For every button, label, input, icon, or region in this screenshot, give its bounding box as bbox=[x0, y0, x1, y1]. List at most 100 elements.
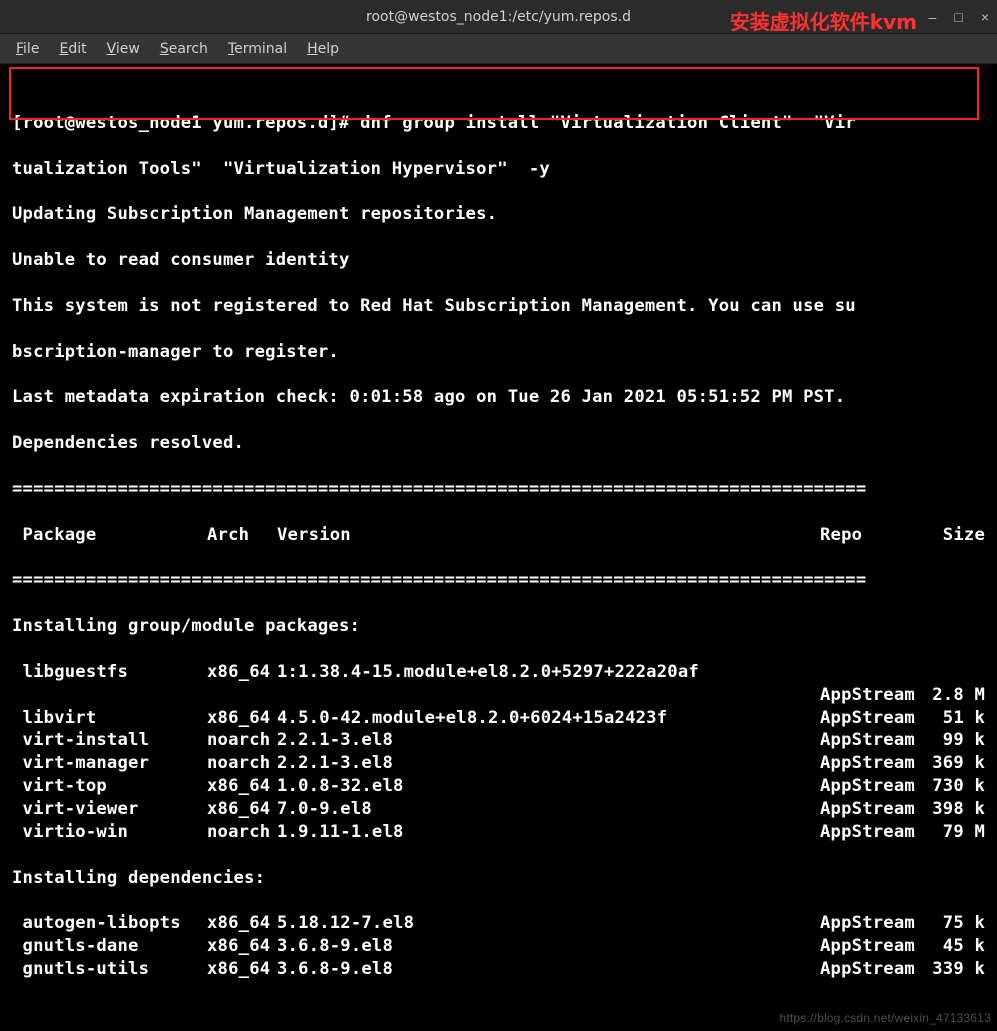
cell-size: 99 k bbox=[925, 729, 985, 752]
cell-arch: x86_64 bbox=[207, 958, 277, 981]
cell-arch: x86_64 bbox=[207, 775, 277, 798]
table-row: virt-managernoarch2.2.1-3.el8AppStream36… bbox=[12, 752, 985, 775]
cell-repo: AppStream bbox=[820, 729, 925, 752]
col-repo: Repo bbox=[820, 524, 925, 547]
table-row: libguestfsx86_641:1.38.4-15.module+el8.2… bbox=[12, 661, 985, 684]
prompt-line: [root@westos_node1 yum.repos.d]# dnf gro… bbox=[12, 112, 985, 135]
cell-arch: noarch bbox=[207, 729, 277, 752]
cell-version bbox=[277, 684, 820, 707]
cell-size: 339 k bbox=[925, 958, 985, 981]
section-header: Installing dependencies: bbox=[12, 867, 985, 890]
window-title: root@westos_node1:/etc/yum.repos.d bbox=[366, 9, 631, 25]
cell-repo: AppStream bbox=[820, 958, 925, 981]
prompt-line: tualization Tools" "Virtualization Hyper… bbox=[12, 158, 985, 181]
cell-package: virt-viewer bbox=[12, 798, 207, 821]
menu-search[interactable]: Search bbox=[152, 37, 216, 61]
cell-package: virt-manager bbox=[12, 752, 207, 775]
cell-repo: AppStream bbox=[820, 684, 925, 707]
divider-line: ========================================… bbox=[12, 569, 985, 592]
cell-arch bbox=[207, 684, 277, 707]
cell-version: 1:1.38.4-15.module+el8.2.0+5297+222a20af bbox=[277, 661, 820, 684]
cell-package: libguestfs bbox=[12, 661, 207, 684]
cell-repo: AppStream bbox=[820, 821, 925, 844]
col-arch: Arch bbox=[207, 524, 277, 547]
terminal-area[interactable]: [root@westos_node1 yum.repos.d]# dnf gro… bbox=[0, 64, 997, 1031]
cell-size: 730 k bbox=[925, 775, 985, 798]
cell-version: 3.6.8-9.el8 bbox=[277, 958, 820, 981]
cell-package: virt-install bbox=[12, 729, 207, 752]
annotation-overlay: 安装虚拟化软件kvm bbox=[730, 6, 917, 35]
cell-package: virtio-win bbox=[12, 821, 207, 844]
cell-arch: x86_64 bbox=[207, 798, 277, 821]
cell-size: 51 k bbox=[925, 707, 985, 730]
minimize-button[interactable]: – bbox=[929, 9, 937, 25]
output-line: Last metadata expiration check: 0:01:58 … bbox=[12, 386, 985, 409]
cell-repo: AppStream bbox=[820, 798, 925, 821]
output-line: Updating Subscription Management reposit… bbox=[12, 203, 985, 226]
window-controls: – □ × bbox=[929, 0, 989, 34]
cell-repo: AppStream bbox=[820, 775, 925, 798]
watermark: https://blog.csdn.net/weixin_47133613 bbox=[779, 1011, 991, 1027]
col-package: Package bbox=[12, 524, 207, 547]
menu-view[interactable]: View bbox=[99, 37, 148, 61]
cell-repo: AppStream bbox=[820, 707, 925, 730]
divider-line: ========================================… bbox=[12, 478, 985, 501]
cell-size: 75 k bbox=[925, 912, 985, 935]
table-header: PackageArchVersionRepoSize bbox=[12, 524, 985, 547]
maximize-button[interactable]: □ bbox=[954, 9, 962, 25]
cell-package: gnutls-utils bbox=[12, 958, 207, 981]
cell-size: 398 k bbox=[925, 798, 985, 821]
table-row: gnutls-utilsx86_643.6.8-9.el8AppStream33… bbox=[12, 958, 985, 981]
cell-size: 45 k bbox=[925, 935, 985, 958]
cell-repo bbox=[820, 661, 925, 684]
cell-repo: AppStream bbox=[820, 912, 925, 935]
cell-package: libvirt bbox=[12, 707, 207, 730]
cell-version: 1.9.11-1.el8 bbox=[277, 821, 820, 844]
close-button[interactable]: × bbox=[981, 9, 989, 25]
cell-version: 5.18.12-7.el8 bbox=[277, 912, 820, 935]
cell-size bbox=[925, 661, 985, 684]
cell-repo: AppStream bbox=[820, 935, 925, 958]
table-row: virt-installnoarch2.2.1-3.el8AppStream 9… bbox=[12, 729, 985, 752]
col-size: Size bbox=[925, 524, 985, 547]
cell-version: 7.0-9.el8 bbox=[277, 798, 820, 821]
output-line: Unable to read consumer identity bbox=[12, 249, 985, 272]
menu-file[interactable]: File bbox=[8, 37, 47, 61]
cell-arch: x86_64 bbox=[207, 912, 277, 935]
output-line: This system is not registered to Red Hat… bbox=[12, 295, 985, 318]
table-row: virt-viewerx86_647.0-9.el8AppStream398 k bbox=[12, 798, 985, 821]
table-row: autogen-liboptsx86_645.18.12-7.el8AppStr… bbox=[12, 912, 985, 935]
menu-help[interactable]: Help bbox=[299, 37, 347, 61]
cell-version: 2.2.1-3.el8 bbox=[277, 729, 820, 752]
cell-size: 79 M bbox=[925, 821, 985, 844]
menu-edit[interactable]: Edit bbox=[51, 37, 94, 61]
window-titlebar: root@westos_node1:/etc/yum.repos.d 安装虚拟化… bbox=[0, 0, 997, 34]
table-row: virt-topx86_641.0.8-32.el8AppStream730 k bbox=[12, 775, 985, 798]
cell-package: gnutls-dane bbox=[12, 935, 207, 958]
col-version: Version bbox=[277, 524, 820, 547]
cell-version: 3.6.8-9.el8 bbox=[277, 935, 820, 958]
cell-arch: noarch bbox=[207, 752, 277, 775]
output-line: bscription-manager to register. bbox=[12, 341, 985, 364]
cell-package: autogen-libopts bbox=[12, 912, 207, 935]
menu-terminal[interactable]: Terminal bbox=[220, 37, 295, 61]
cell-package: virt-top bbox=[12, 775, 207, 798]
cell-version: 4.5.0-42.module+el8.2.0+6024+15a2423f bbox=[277, 707, 820, 730]
cell-arch: x86_64 bbox=[207, 707, 277, 730]
output-line: Dependencies resolved. bbox=[12, 432, 985, 455]
table-row: virtio-winnoarch1.9.11-1.el8AppStream 79… bbox=[12, 821, 985, 844]
table-row: libvirtx86_644.5.0-42.module+el8.2.0+602… bbox=[12, 707, 985, 730]
cell-arch: x86_64 bbox=[207, 661, 277, 684]
cell-arch: noarch bbox=[207, 821, 277, 844]
table-row: AppStream2.8 M bbox=[12, 684, 985, 707]
menu-bar: File Edit View Search Terminal Help bbox=[0, 34, 997, 64]
cell-repo: AppStream bbox=[820, 752, 925, 775]
cell-arch: x86_64 bbox=[207, 935, 277, 958]
cell-size: 2.8 M bbox=[925, 684, 985, 707]
section-header: Installing group/module packages: bbox=[12, 615, 985, 638]
cell-package bbox=[12, 684, 207, 707]
cell-version: 1.0.8-32.el8 bbox=[277, 775, 820, 798]
cell-size: 369 k bbox=[925, 752, 985, 775]
table-row: gnutls-danex86_643.6.8-9.el8AppStream 45… bbox=[12, 935, 985, 958]
cell-version: 2.2.1-3.el8 bbox=[277, 752, 820, 775]
